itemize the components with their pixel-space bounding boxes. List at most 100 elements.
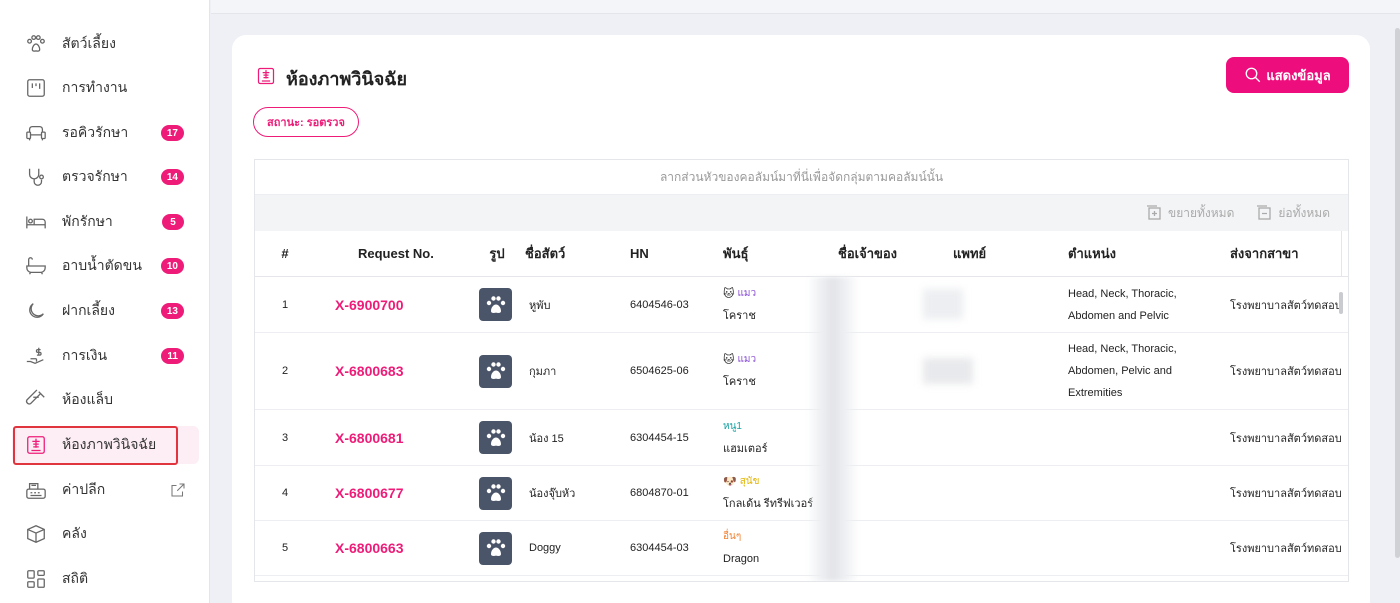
sidebar-item-label: คลัง bbox=[62, 525, 87, 541]
search-icon bbox=[1245, 67, 1261, 83]
col-header-number[interactable]: # bbox=[255, 246, 315, 261]
sidebar-item-stats[interactable]: สถิติ bbox=[12, 560, 199, 598]
collapse-all-button[interactable]: ย่อทั้งหมด bbox=[1256, 204, 1330, 223]
pet-name: น้อง 15 bbox=[529, 432, 564, 445]
kanban-icon bbox=[24, 76, 48, 100]
pet-name: น้องจุ๊บหัว bbox=[529, 488, 576, 500]
pet-photo[interactable] bbox=[479, 531, 512, 565]
inpatient-count-badge: 5 bbox=[162, 214, 184, 230]
collapse-icon bbox=[1257, 205, 1272, 220]
pet-photo[interactable] bbox=[479, 421, 512, 454]
sidebar-item-retail[interactable]: ค่าปลีก bbox=[12, 471, 199, 509]
request-link[interactable]: X-6900700 bbox=[277, 297, 465, 313]
pet-photo[interactable] bbox=[479, 354, 512, 388]
boarding-count-badge: 13 bbox=[160, 303, 184, 319]
column-divider bbox=[1341, 231, 1342, 277]
external-link-icon[interactable] bbox=[169, 481, 187, 499]
paw-icon bbox=[24, 32, 48, 56]
grid-scrollbar[interactable] bbox=[1339, 292, 1343, 314]
col-header-request[interactable]: Request No. bbox=[315, 246, 465, 261]
sidebar-item-label: สัตว์เลี้ยง bbox=[62, 35, 116, 51]
request-link[interactable]: X-6800681 bbox=[277, 430, 465, 446]
sidebar-item-grooming[interactable]: อาบน้ำตัดขน 10 bbox=[12, 247, 199, 285]
sidebar-item-stock[interactable]: คลัง bbox=[12, 515, 199, 553]
table-row[interactable]: 4 X-6800677 น้องจุ๊บหัว 6804870-01 🐶 สุนั… bbox=[255, 466, 1348, 521]
table-row[interactable]: 1 X-6900700 หูพับ 6404546-03 🐱 แมว โคราช … bbox=[255, 277, 1348, 333]
sidebar-item-lab[interactable]: ห้องแล็บ bbox=[12, 381, 199, 419]
paw-icon bbox=[486, 295, 505, 313]
page-title: ห้องภาพวินิจฉัย bbox=[256, 64, 407, 93]
expand-all-button[interactable]: ขยายทั้งหมด bbox=[1146, 204, 1234, 223]
examine-count-badge: 14 bbox=[160, 169, 184, 185]
grid-toolbar: ขยายทั้งหมด ย่อทั้งหมด bbox=[255, 195, 1348, 231]
position-value: Head, Neck, Thoracic, Abdomen, Pelvic and… bbox=[1068, 343, 1177, 399]
group-by-panel[interactable]: ลากส่วนหัวของคอลัมน์มาที่นี่เพื่อจัดกลุ่… bbox=[255, 160, 1348, 195]
col-header-branch[interactable]: ส่งจากสาขา bbox=[1230, 243, 1348, 264]
moon-icon bbox=[24, 299, 48, 323]
show-data-button[interactable]: แสดงข้อมูล bbox=[1226, 57, 1349, 93]
sidebar-item-label: อาบน้ำตัดขน bbox=[62, 257, 142, 273]
hn-value: 6304454-15 bbox=[630, 431, 689, 444]
show-data-label: แสดงข้อมูล bbox=[1266, 67, 1331, 83]
pet-photo[interactable] bbox=[479, 288, 512, 321]
pet-photo[interactable] bbox=[479, 476, 512, 510]
pet-name: กุมภา bbox=[529, 366, 557, 378]
sidebar-item-queue[interactable]: รอคิวรักษา 17 bbox=[12, 114, 199, 152]
cat-icon: 🐱 bbox=[723, 287, 735, 300]
vet-redaction bbox=[923, 358, 973, 384]
branch-value: โรงพยาบาลสัตว์ทดสอบ bbox=[1230, 299, 1342, 312]
page-title-text: ห้องภาพวินิจฉัย bbox=[286, 69, 408, 89]
sidebar-item-work[interactable]: การทำงาน bbox=[12, 69, 199, 107]
request-link[interactable]: X-6800677 bbox=[277, 485, 465, 501]
sofa-icon bbox=[24, 121, 48, 145]
table-row[interactable]: 3 X-6800681 น้อง 15 6304454-15 หนู1 แฮมเ… bbox=[255, 410, 1348, 466]
sidebar-item-examine[interactable]: ตรวจรักษา 14 bbox=[12, 158, 199, 196]
sidebar-item-inpatient[interactable]: พักรักษา 5 bbox=[12, 203, 199, 241]
cash-register-icon bbox=[24, 478, 48, 502]
branch-value: โรงพยาบาลสัตว์ทดสอบ bbox=[1230, 543, 1342, 555]
hn-value: 6304454-03 bbox=[630, 542, 689, 554]
sidebar-item-boarding[interactable]: ฝากเลี้ยง 13 bbox=[12, 292, 199, 330]
sidebar-item-label: ค่าปลีก bbox=[62, 481, 106, 497]
hn-value: 6804870-01 bbox=[630, 487, 689, 499]
dog-icon: 🐶 bbox=[723, 476, 737, 488]
table-header: # Request No. รูป ชื่อสัตว์ HN พันธุ์ ชื… bbox=[255, 231, 1348, 277]
paw-icon bbox=[486, 428, 505, 446]
queue-count-badge: 17 bbox=[160, 125, 184, 141]
table-row[interactable]: 5 X-6800663 Doggy 6304454-03 อื่นๆ Drago… bbox=[255, 521, 1348, 576]
paw-icon bbox=[486, 484, 505, 501]
sidebar-item-label: การเงิน bbox=[62, 347, 108, 363]
col-header-hn[interactable]: HN bbox=[630, 246, 723, 261]
sidebar-item-finance[interactable]: การเงิน 11 bbox=[12, 337, 199, 375]
col-header-owner[interactable]: ชื่อเจ้าของ bbox=[838, 243, 953, 264]
col-header-position[interactable]: ตำแหน่ง bbox=[1068, 243, 1230, 265]
test-tube-icon bbox=[24, 388, 48, 412]
branch-value: โรงพยาบาลสัตว์ทดสอบ bbox=[1230, 366, 1342, 378]
grid-stats-icon bbox=[24, 567, 48, 591]
request-link[interactable]: X-6800663 bbox=[277, 540, 465, 556]
stethoscope-icon bbox=[24, 165, 48, 189]
sidebar-item-label: รอคิวรักษา bbox=[62, 124, 129, 140]
grooming-count-badge: 10 bbox=[160, 258, 184, 274]
position-value: Head, Neck, Thoracic, Abdomen and Pelvic bbox=[1068, 287, 1177, 322]
page-scrollbar[interactable] bbox=[1395, 28, 1400, 558]
cat-icon: 🐱 bbox=[723, 354, 735, 366]
money-hand-icon bbox=[24, 344, 48, 368]
col-header-vet[interactable]: แพทย์ bbox=[953, 243, 1068, 264]
col-header-pet-name[interactable]: ชื่อสัตว์ bbox=[515, 243, 630, 264]
sidebar-item-pets[interactable]: สัตว์เลี้ยง bbox=[12, 25, 199, 63]
bed-icon bbox=[24, 210, 48, 234]
vet-redaction bbox=[923, 289, 963, 319]
sidebar-item-label: สถิติ bbox=[62, 570, 89, 586]
col-header-breed[interactable]: พันธุ์ bbox=[723, 243, 838, 264]
sidebar-item-label: การทำงาน bbox=[62, 79, 128, 95]
paw-icon bbox=[486, 539, 505, 556]
selection-highlight bbox=[13, 426, 178, 465]
request-link[interactable]: X-6800683 bbox=[277, 363, 465, 379]
sidebar-item-label: ห้องแล็บ bbox=[62, 391, 113, 407]
status-filter-chip[interactable]: สถานะ: รอตรวจ bbox=[253, 107, 359, 137]
owner-redaction bbox=[807, 277, 859, 581]
table-row[interactable]: 2 X-6800683 กุมภา 6504625-06 🐱 แมว โคราช … bbox=[255, 333, 1348, 410]
col-header-image[interactable]: รูป bbox=[465, 243, 515, 264]
request-grid: ลากส่วนหัวของคอลัมน์มาที่นี่เพื่อจัดกลุ่… bbox=[254, 159, 1349, 582]
